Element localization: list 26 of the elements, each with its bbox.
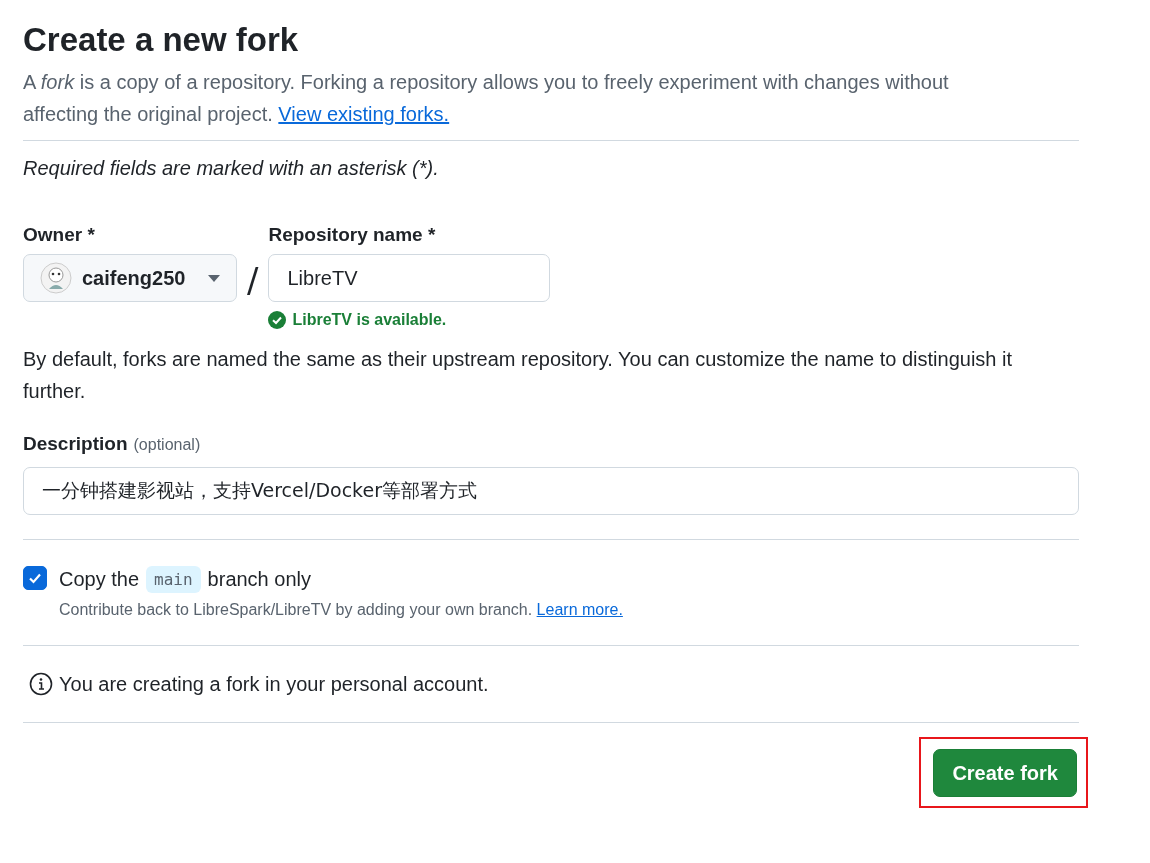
copy-branch-checkbox[interactable]	[23, 566, 47, 590]
checkbox-label: Copy the	[59, 568, 140, 591]
repo-name-field[interactable]: LibreTV	[268, 254, 551, 302]
caret-icon	[208, 274, 220, 282]
view-forks-link[interactable]: View existing forks.	[278, 103, 450, 125]
optional-label: (optional)	[133, 436, 201, 454]
repo-name-label: Repository name *	[268, 223, 437, 247]
avatar-icon	[40, 262, 72, 294]
description-label: Description	[23, 432, 128, 456]
availability-message: LibreTV is available.	[292, 311, 447, 329]
description-field[interactable]: 一分钟搭建影视站，支持Vercel/Docker等部署方式	[23, 467, 1079, 515]
create-fork-button[interactable]: Create fork	[933, 749, 1077, 797]
branch-name-code: main	[146, 566, 201, 593]
learn-more-link[interactable]: Learn more.	[536, 601, 623, 618]
branch-hint: Contribute back to LibreSpark/LibreTV by adding your own branch. Learn more.	[59, 601, 623, 619]
page-title: Create a new fork	[23, 20, 300, 60]
intro-text: A fork is a copy of a repository. Forking a repository allows you to freely experiment with changes without affecting the original project. View existing forks.	[23, 70, 950, 127]
check-circle-icon	[268, 311, 287, 329]
path-separator: /	[247, 260, 259, 300]
owner-dropdown[interactable]: caifeng250	[23, 254, 237, 302]
checkbox-label: branch only	[207, 568, 311, 591]
owner-label: Owner *	[23, 223, 96, 247]
naming-hint: By default, forks are named the same as their upstream repository. You can customize the name to distinguish it further.	[23, 347, 1014, 404]
required-note: Required fields are marked with an asterisk (*).	[23, 157, 440, 180]
account-note: You are creating a fork in your personal account.	[59, 672, 489, 696]
info-icon	[29, 672, 53, 696]
